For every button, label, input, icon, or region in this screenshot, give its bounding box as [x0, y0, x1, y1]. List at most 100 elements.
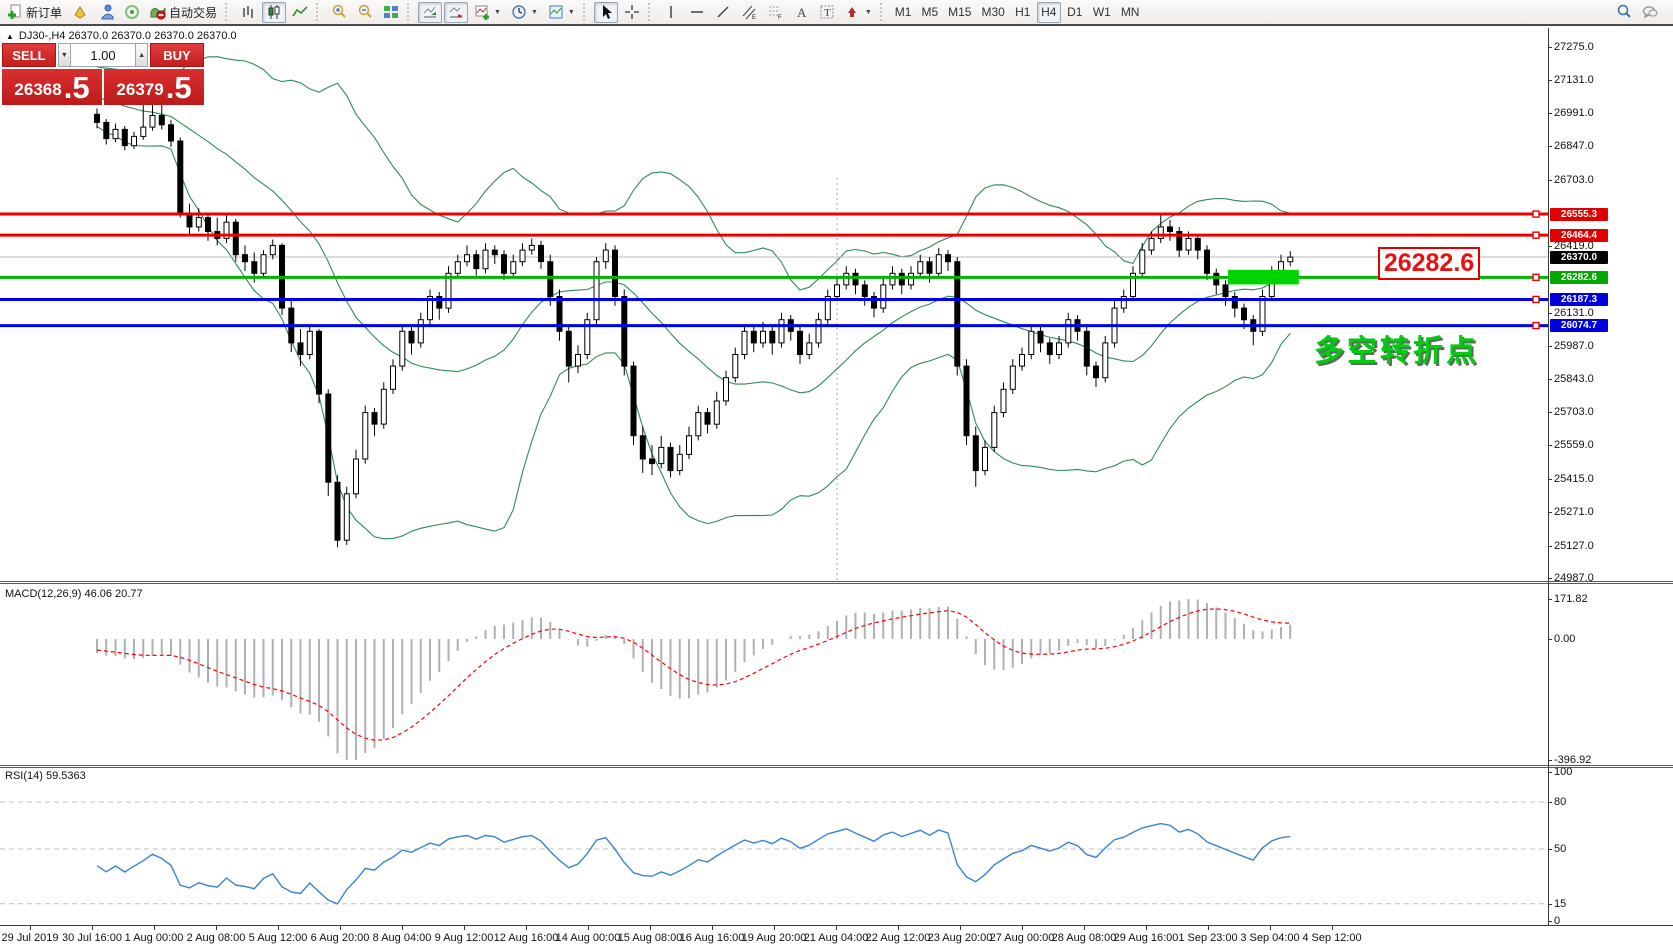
tile-windows-icon	[383, 4, 399, 20]
price-axis-tick	[1548, 479, 1552, 480]
time-axis-label: 6 Aug 20:00	[311, 932, 370, 944]
toolbar-separator	[583, 3, 590, 21]
volume-input[interactable]	[71, 43, 136, 67]
timeframe-button-m15[interactable]: M15	[944, 2, 975, 23]
sell-price-main: 26368	[14, 77, 61, 103]
time-axis-label: 16 Aug 16:00	[680, 932, 745, 944]
trendline-button[interactable]	[711, 2, 735, 23]
timeframe-button-h4[interactable]: H4	[1037, 2, 1061, 23]
vertical-line-button[interactable]	[659, 2, 683, 23]
line-chart-icon	[292, 4, 308, 20]
candlestick-chart-button[interactable]	[262, 2, 286, 23]
price-axis-tick	[1548, 346, 1552, 347]
line-chart-button[interactable]	[288, 2, 312, 23]
fibonacci-icon: F	[767, 4, 783, 20]
price-axis-badge: 26074.7	[1550, 319, 1608, 332]
zoom-out-button[interactable]	[353, 2, 377, 23]
collapse-panel-icon[interactable]: ▲	[6, 32, 14, 41]
macd-axis-tick	[1548, 760, 1552, 761]
buy-price-display[interactable]: 26379 .5	[104, 69, 204, 105]
main-chart-canvas[interactable]	[0, 28, 1548, 582]
time-axis-label: 29 Aug 16:00	[1114, 932, 1179, 944]
price-callout-label[interactable]: 26282.6	[1378, 247, 1480, 280]
price-axis-tick	[1548, 47, 1552, 48]
horizontal-line-button[interactable]	[685, 2, 709, 23]
time-axis[interactable]: 29 Jul 201930 Jul 16:001 Aug 00:002 Aug …	[0, 925, 1673, 949]
time-axis-tick	[154, 926, 155, 930]
price-axis-line	[1548, 28, 1549, 925]
timeframe-button-m30[interactable]: M30	[977, 2, 1008, 23]
timeframe-button-h1[interactable]: H1	[1011, 2, 1035, 23]
metaeditor-button[interactable]	[68, 2, 92, 23]
fibonacci-button[interactable]: F	[763, 2, 787, 23]
sell-price-frac: .5	[64, 72, 90, 103]
market-watch-button[interactable]	[94, 2, 118, 23]
panel-separator[interactable]	[0, 581, 1673, 584]
timeframe-group: M1M5M15M30H1H4D1W1MN	[890, 0, 1145, 25]
auto-trading-label: 自动交易	[169, 4, 217, 21]
price-axis-label: 24987.0	[1554, 572, 1594, 584]
time-axis-tick	[30, 926, 31, 930]
dropdown-caret-icon: ▼	[494, 9, 501, 16]
templates-button[interactable]: ▼	[544, 2, 579, 23]
sell-button[interactable]: SELL	[2, 43, 56, 67]
rsi-label: RSI(14) 59.5363	[5, 770, 86, 782]
volume-increase-button[interactable]: ▲	[135, 43, 148, 67]
indicators-button[interactable]: ▼	[470, 2, 505, 23]
text-label-icon: T	[819, 4, 835, 20]
price-axis-label: 25987.0	[1554, 340, 1594, 352]
metaeditor-icon	[72, 4, 88, 20]
time-axis-tick	[1332, 926, 1333, 930]
rsi-canvas[interactable]	[0, 768, 1548, 925]
text-button[interactable]: A	[789, 2, 813, 23]
zoom-in-button[interactable]	[327, 2, 351, 23]
equidistant-channel-button[interactable]: E	[737, 2, 761, 23]
rsi-axis-label: 80	[1554, 796, 1566, 808]
time-axis-tick	[836, 926, 837, 930]
panel-separator[interactable]	[0, 765, 1673, 768]
buy-button[interactable]: BUY	[150, 43, 204, 67]
candlestick-chart-icon	[266, 4, 282, 20]
price-axis-tick	[1548, 80, 1552, 81]
arrows-button[interactable]: ▼	[841, 2, 876, 23]
timeframe-button-mn[interactable]: MN	[1117, 2, 1144, 23]
periods-button[interactable]: ▼	[507, 2, 542, 23]
time-axis-label: 9 Aug 12:00	[435, 932, 494, 944]
signals-button[interactable]	[120, 2, 144, 23]
volume-decrease-button[interactable]: ▼	[58, 43, 71, 67]
time-axis-tick	[464, 926, 465, 930]
price-axis-tick	[1548, 445, 1552, 446]
templates-icon	[548, 4, 564, 20]
rsi-axis-tick	[1548, 802, 1552, 803]
pivot-annotation-text[interactable]: 多空转折点	[1314, 326, 1479, 370]
time-axis-label: 23 Aug 20:00	[928, 932, 993, 944]
macd-canvas[interactable]	[0, 584, 1548, 766]
timeframe-button-w1[interactable]: W1	[1089, 2, 1115, 23]
chat-button[interactable]	[1638, 2, 1662, 23]
timeframe-button-m5[interactable]: M5	[917, 2, 942, 23]
macd-axis-tick	[1548, 639, 1552, 640]
toolbar-separator	[316, 3, 323, 21]
search-button[interactable]	[1612, 2, 1636, 23]
text-label-button[interactable]: T	[815, 2, 839, 23]
chart-shift-button[interactable]	[444, 2, 468, 23]
svg-text:A: A	[797, 5, 807, 20]
auto-trading-button[interactable]: 自动交易	[146, 2, 221, 23]
tile-windows-button[interactable]	[379, 2, 403, 23]
auto-scroll-button[interactable]	[418, 2, 442, 23]
price-axis-tick	[1548, 412, 1552, 413]
cursor-button[interactable]	[594, 2, 618, 23]
bar-chart-button[interactable]	[236, 2, 260, 23]
symbol-header: ▲ DJ30-,H4 26370.0 26370.0 26370.0 26370…	[6, 30, 237, 42]
periods-icon	[511, 4, 527, 20]
toolbar-line-studies-group: E F A T ▼	[593, 0, 877, 25]
bar-chart-icon	[240, 4, 256, 20]
timeframe-button-m1[interactable]: M1	[891, 2, 916, 23]
time-axis-label: 28 Aug 08:00	[1052, 932, 1117, 944]
sell-price-display[interactable]: 26368 .5	[2, 69, 102, 105]
toolbar-separator	[225, 3, 232, 21]
new-order-button[interactable]: 新订单	[3, 2, 66, 23]
timeframe-button-d1[interactable]: D1	[1063, 2, 1087, 23]
crosshair-button[interactable]	[620, 2, 644, 23]
signals-icon	[124, 4, 140, 20]
